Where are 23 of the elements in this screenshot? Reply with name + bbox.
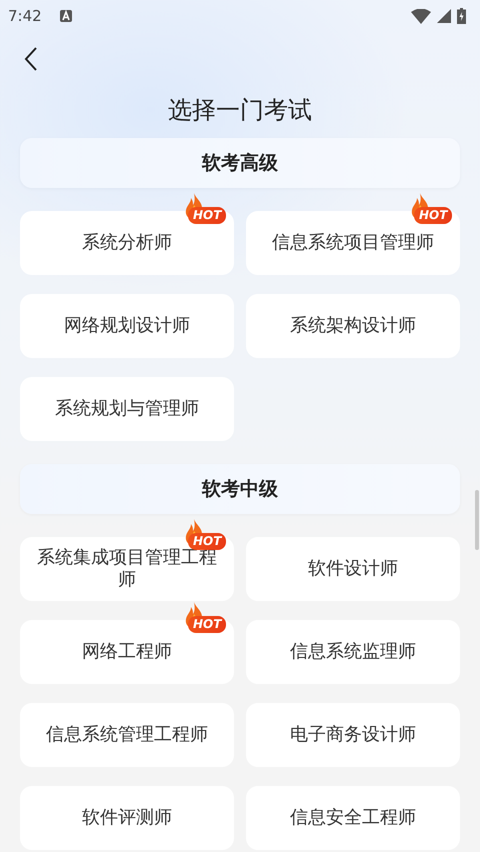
exam-card[interactable]: 系统架构设计师 [246,294,460,358]
section-header: 软考高级 [20,138,460,188]
status-time: 7:42 [8,7,42,25]
back-icon[interactable] [24,47,38,71]
hot-badge: HOT [188,207,226,224]
exam-card[interactable]: 系统规划与管理师 [20,377,234,441]
exam-card[interactable]: 信息系统管理工程师 [20,703,234,767]
exam-card[interactable]: 信息系统监理师 [246,620,460,684]
wifi-icon [411,8,431,24]
page-title: 选择一门考试 [167,95,313,126]
exam-card[interactable]: 软件设计师 [246,537,460,601]
section-header: 软考中级 [20,464,460,514]
exam-card[interactable]: 信息安全工程师 [246,786,460,850]
hot-badge: HOT [414,207,452,224]
battery-icon [457,8,466,24]
exam-card[interactable]: 软件评测师 [20,786,234,850]
exam-card[interactable]: 电子商务设计师 [246,703,460,767]
exam-card[interactable]: 网络规划设计师 [20,294,234,358]
hot-badge: HOT [188,616,226,633]
scrollbar [475,490,479,550]
signal-icon [437,9,451,23]
notification-icon [60,10,72,22]
hot-badge: HOT [188,533,226,550]
